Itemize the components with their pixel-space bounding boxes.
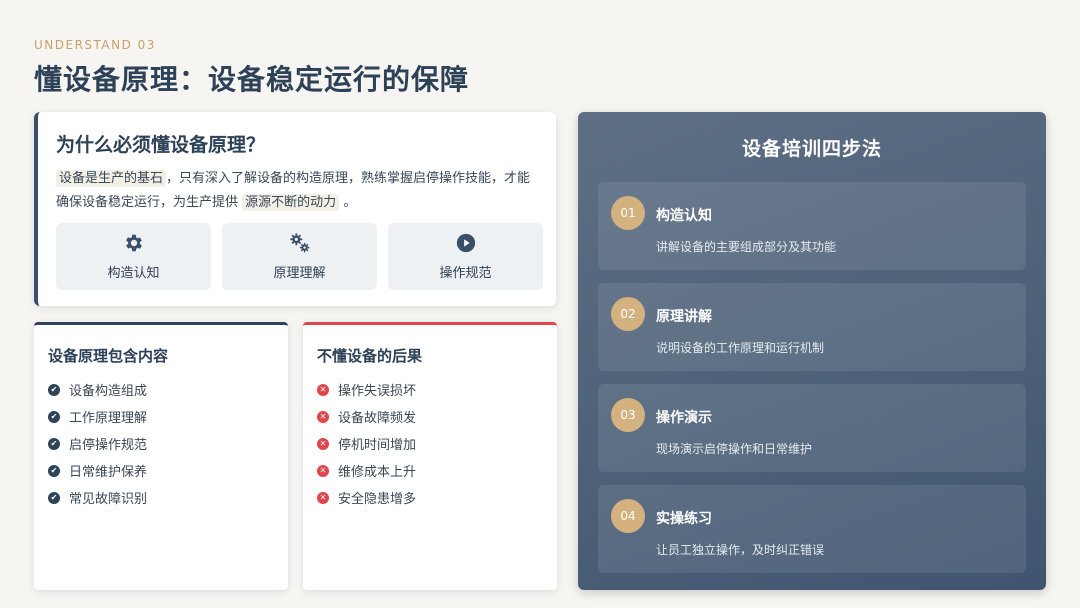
list-item: ✕ 设备故障频发: [317, 403, 543, 430]
steps-panel-title: 设备培训四步法: [741, 138, 882, 160]
list-item: ✕ 操作失误损坏: [317, 376, 543, 403]
step-title: 实操练习: [656, 511, 712, 527]
list-item-text: 安全隐患增多: [338, 492, 417, 507]
step-card: 02 原理讲解 说明设备的工作原理和运行机制: [598, 283, 1026, 371]
step-description: 说明设备的工作原理和运行机制: [656, 341, 825, 355]
step-number-badge: 03: [611, 398, 645, 432]
highlight-power: 源源不断的动力: [242, 194, 340, 211]
list-item: ✔ 启停操作规范: [48, 430, 274, 457]
step-title: 构造认知: [656, 208, 712, 224]
check-icon: ✔: [48, 437, 60, 450]
consequences-card-title: 不懂设备的后果: [317, 347, 423, 365]
cross-icon: ✕: [317, 410, 329, 423]
gear-icon: [125, 234, 142, 252]
tile-structure: 构造认知: [56, 223, 211, 290]
cross-icon: ✕: [317, 491, 329, 504]
step-card: 03 操作演示 现场演示启停操作和日常维护: [598, 384, 1026, 472]
tile-principle: 原理理解: [222, 223, 377, 290]
why-card-text: 设备是生产的基石 ，只有深入了解设备的构造原理，熟练掌握启停操作技能，才能确保设备…: [56, 167, 540, 215]
list-item: ✕ 维修成本上升: [317, 457, 543, 484]
why-card-title: 为什么必须懂设备原理？: [56, 134, 266, 156]
step-description: 讲解设备的主要组成部分及其功能: [656, 240, 837, 254]
check-icon: ✔: [48, 410, 60, 423]
step-number-badge: 01: [611, 196, 645, 230]
step-title: 操作演示: [656, 410, 712, 426]
check-icon: ✔: [48, 464, 60, 477]
play-circle-icon: [456, 233, 475, 253]
list-item-text: 设备故障频发: [338, 411, 417, 426]
list-item-text: 工作原理理解: [69, 411, 148, 426]
list-item-text: 停机时间增加: [338, 438, 417, 453]
list-item: ✔ 常见故障识别: [48, 484, 274, 511]
tile-label: 构造认知: [107, 266, 160, 281]
contents-card: 设备原理包含内容 ✔ 设备构造组成 ✔ 工作原理理解 ✔ 启停操作规范 ✔ 日常维护保养…: [34, 322, 288, 590]
cross-icon: ✕: [317, 383, 329, 396]
list-item: ✔ 日常维护保养: [48, 457, 274, 484]
list-item: ✔ 设备构造组成: [48, 376, 274, 403]
list-item: ✕ 安全隐患增多: [317, 484, 543, 511]
slide: UNDERSTAND 03 懂设备原理：设备稳定运行的保障 为什么必须懂设备原理…: [0, 0, 1080, 608]
page-title: 懂设备原理：设备稳定运行的保障: [34, 63, 470, 96]
step-card: 01 构造认知 讲解设备的主要组成部分及其功能: [598, 182, 1026, 270]
tile-label: 原理理解: [273, 266, 326, 281]
cross-icon: ✕: [317, 464, 329, 477]
list-item: ✔ 工作原理理解: [48, 403, 274, 430]
highlight-foundation: 设备是生产的基石: [56, 170, 167, 187]
why-text-end: 。: [343, 195, 357, 210]
list-item-text: 常见故障识别: [69, 492, 148, 507]
step-number-badge: 02: [611, 297, 645, 331]
why-card: 为什么必须懂设备原理？ 设备是生产的基石 ，只有深入了解设备的构造原理，熟练掌握启…: [34, 112, 556, 306]
contents-card-title: 设备原理包含内容: [48, 347, 169, 365]
consequences-card: 不懂设备的后果 ✕ 操作失误损坏 ✕ 设备故障频发 ✕ 停机时间增加 ✕ 维修成本上升 …: [303, 322, 557, 590]
topic-tiles: 构造认知 原理理解 操作规范: [56, 223, 543, 290]
list-item-text: 设备构造组成: [69, 384, 148, 399]
step-number-badge: 04: [611, 499, 645, 533]
list-item: ✕ 停机时间增加: [317, 430, 543, 457]
section-kicker: UNDERSTAND 03: [34, 38, 156, 52]
step-description: 让员工独立操作，及时纠正错误: [656, 543, 825, 557]
check-icon: ✔: [48, 491, 60, 504]
step-title: 原理讲解: [656, 309, 712, 325]
list-item-text: 操作失误损坏: [338, 384, 417, 399]
gears-icon: [289, 233, 309, 253]
cross-icon: ✕: [317, 437, 329, 450]
tile-operation: 操作规范: [388, 223, 543, 290]
list-item-text: 日常维护保养: [69, 465, 148, 480]
step-description: 现场演示启停操作和日常维护: [656, 442, 813, 456]
check-icon: ✔: [48, 383, 60, 396]
list-item-text: 维修成本上升: [338, 465, 417, 480]
steps-panel: 设备培训四步法 01 构造认知 讲解设备的主要组成部分及其功能 02 原理讲解 …: [578, 112, 1046, 590]
tile-label: 操作规范: [439, 266, 492, 281]
step-card: 04 实操练习 让员工独立操作，及时纠正错误: [598, 485, 1026, 573]
list-item-text: 启停操作规范: [69, 438, 148, 453]
